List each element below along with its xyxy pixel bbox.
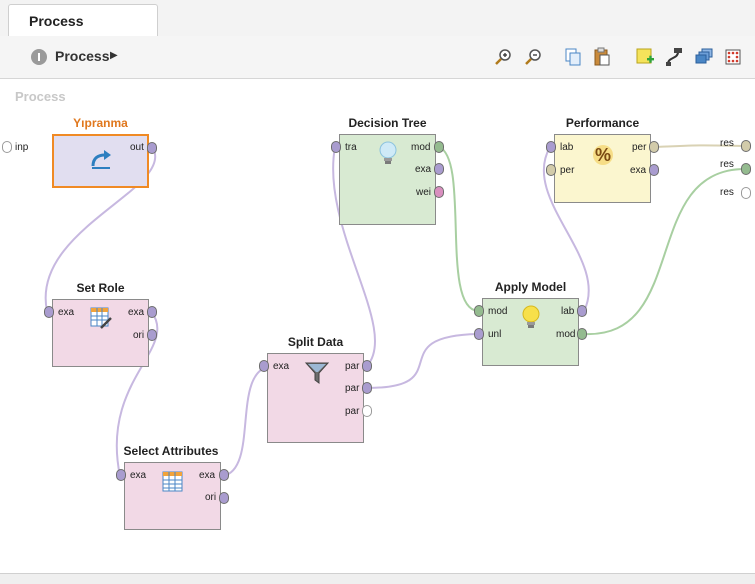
port-split-data-out-par-2[interactable] xyxy=(362,382,372,394)
svg-text:%: % xyxy=(595,145,611,165)
port-select-attributes-in-exa[interactable] xyxy=(116,469,126,481)
result-port-label-2: res xyxy=(720,159,734,170)
port-set-role-out-ori[interactable] xyxy=(147,329,157,341)
process-input-label: inp xyxy=(15,142,29,153)
zoom-out-icon[interactable] xyxy=(523,47,543,67)
breadcrumb-arrow-icon[interactable]: ▶ xyxy=(110,50,118,61)
port-label-select-attributes-out-ori: ori xyxy=(205,492,217,503)
port-split-data-out-par-3[interactable] xyxy=(362,405,372,417)
decision-tree-bulb-icon xyxy=(379,141,397,164)
toolbar: Process ▶ xyxy=(0,36,755,79)
tab-bar: Process xyxy=(0,0,755,37)
port-apply-model-in-unl[interactable] xyxy=(474,328,484,340)
port-label-set-role-out-exa: exa xyxy=(128,307,145,318)
port-label-set-role-in-exa: exa xyxy=(58,307,75,318)
result-port-1[interactable] xyxy=(741,140,751,152)
port-label-split-data-in-exa: exa xyxy=(273,361,290,372)
performance-percent-icon: % xyxy=(593,145,613,165)
port-set-role-in-exa[interactable] xyxy=(44,306,54,318)
port-set-role-out-exa[interactable] xyxy=(147,306,157,318)
port-decision-tree-out-mod[interactable] xyxy=(434,141,444,153)
port-performance-in-lab[interactable] xyxy=(546,141,556,153)
select-attributes-icon xyxy=(162,471,183,492)
port-label-performance-out-exa: exa xyxy=(630,165,647,176)
wire-select-to-split xyxy=(222,365,273,477)
port-label-decision-tree-out-mod: mod xyxy=(411,142,431,153)
tab-process[interactable]: Process xyxy=(8,4,158,37)
port-split-data-in-exa[interactable] xyxy=(259,360,269,372)
operator-title-ypranma: Yıpranma xyxy=(73,116,128,130)
port-decision-tree-in-tra[interactable] xyxy=(331,141,341,153)
operator-title-split-data: Split Data xyxy=(287,335,344,349)
result-port-label-1: res xyxy=(720,138,734,149)
port-label-ypranma-out: out xyxy=(130,142,144,153)
operator-title-performance: Performance xyxy=(565,116,640,130)
copy-icon[interactable] xyxy=(563,47,583,67)
operator-title-apply-model: Apply Model xyxy=(494,280,567,294)
breadcrumb[interactable]: Process xyxy=(55,48,109,64)
port-select-attributes-out-ori[interactable] xyxy=(219,492,229,504)
port-ypranma-out[interactable] xyxy=(147,142,157,154)
set-role-icon xyxy=(90,307,112,329)
port-label-apply-model-out-lab: lab xyxy=(561,306,575,317)
result-port-3[interactable] xyxy=(741,187,751,199)
port-performance-in-per[interactable] xyxy=(546,164,556,176)
port-label-performance-in-per: per xyxy=(560,165,575,176)
port-label-apply-model-in-mod: mod xyxy=(488,306,508,317)
port-label-decision-tree-out-wei: wei xyxy=(416,187,432,198)
port-select-attributes-out-exa[interactable] xyxy=(219,469,229,481)
paste-icon[interactable] xyxy=(592,47,612,67)
apply-model-bulb-icon xyxy=(522,305,540,328)
wire-tree-to-apply xyxy=(438,146,479,312)
port-performance-out-per[interactable] xyxy=(649,141,659,153)
port-apply-model-in-mod[interactable] xyxy=(474,305,484,317)
port-label-decision-tree-out-exa: exa xyxy=(415,164,432,175)
layers-icon[interactable] xyxy=(694,47,714,67)
zoom-in-icon[interactable] xyxy=(493,47,513,67)
port-label-performance-in-lab: lab xyxy=(560,142,574,153)
arrange-icon[interactable] xyxy=(723,47,743,67)
split-data-filter-icon xyxy=(304,362,330,384)
port-performance-out-exa[interactable] xyxy=(649,164,659,176)
port-label-split-data-out-par-2: par xyxy=(345,383,360,394)
port-decision-tree-out-exa[interactable] xyxy=(434,163,444,175)
port-label-decision-tree-in-tra: tra xyxy=(345,142,357,153)
port-decision-tree-out-wei[interactable] xyxy=(434,186,444,198)
port-label-performance-out-per: per xyxy=(632,142,647,153)
port-label-apply-model-in-unl: unl xyxy=(488,329,502,340)
port-label-apply-model-out-mod: mod xyxy=(556,329,576,340)
wire-split-to-apply xyxy=(366,333,479,389)
result-port-label-3: res xyxy=(720,187,734,198)
port-apply-model-out-lab[interactable] xyxy=(577,305,587,317)
process-info-icon[interactable] xyxy=(31,49,47,65)
port-label-select-attributes-in-exa: exa xyxy=(130,470,147,481)
bottom-bar xyxy=(0,573,755,584)
port-label-set-role-out-ori: ori xyxy=(133,330,145,341)
result-port-2[interactable] xyxy=(741,163,751,175)
port-label-select-attributes-out-exa: exa xyxy=(199,470,216,481)
port-apply-model-out-mod[interactable] xyxy=(577,328,587,340)
port-split-data-out-par-1[interactable] xyxy=(362,360,372,372)
add-note-icon[interactable] xyxy=(635,47,655,67)
auto-wire-icon[interactable] xyxy=(664,47,684,67)
process-input-port[interactable] xyxy=(2,141,12,153)
operator-title-select-attributes: Select Attributes xyxy=(123,444,219,458)
retrieve-icon xyxy=(91,150,111,169)
port-label-split-data-out-par-1: par xyxy=(345,361,360,372)
operator-title-decision-tree: Decision Tree xyxy=(348,116,427,130)
port-label-split-data-out-par-3: par xyxy=(345,406,360,417)
operator-title-set-role: Set Role xyxy=(76,281,125,295)
